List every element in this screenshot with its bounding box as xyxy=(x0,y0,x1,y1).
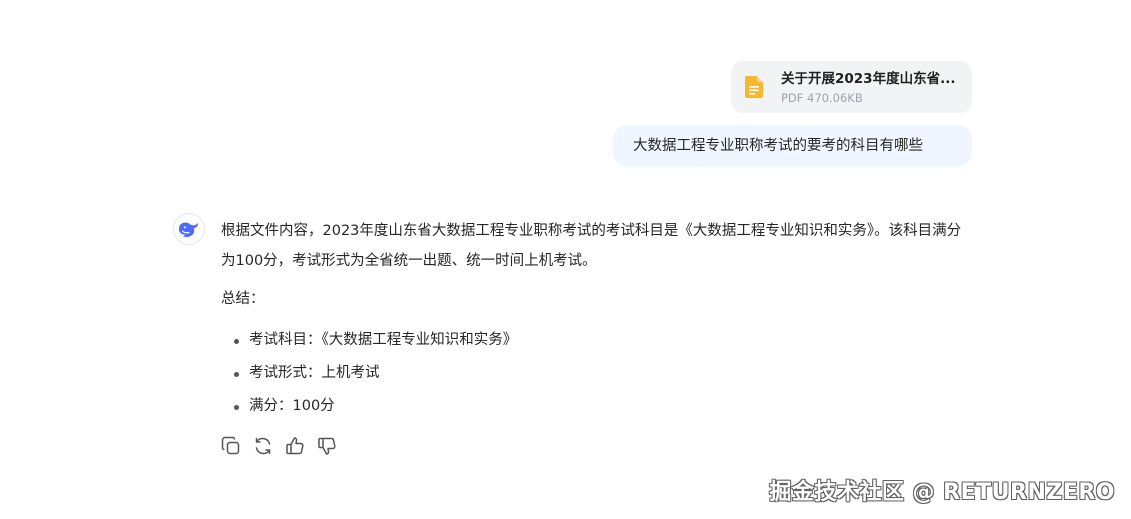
copy-icon[interactable] xyxy=(221,436,241,456)
whale-logo-icon xyxy=(179,222,199,237)
list-item: 满分：100分 xyxy=(221,390,973,423)
regenerate-icon[interactable] xyxy=(253,436,273,456)
attachment-card[interactable]: 关于开展2023年度山东省... PDF 470.06KB xyxy=(731,61,972,113)
document-icon xyxy=(745,76,763,98)
summary-list: 考试科目：《大数据工程专业知识和实务》 考试形式：上机考试 满分：100分 xyxy=(221,324,973,423)
watermark: 掘金技术社区 @ RETURNZERO xyxy=(769,480,1115,505)
user-message-bubble: 大数据工程专业职称考试的要考的科目有哪些 xyxy=(613,125,972,167)
thumbs-down-icon[interactable] xyxy=(317,436,337,456)
attachment-file-name: 关于开展2023年度山东省... xyxy=(781,71,956,87)
attachment-file-meta: PDF 470.06KB xyxy=(781,91,863,105)
thumbs-up-icon[interactable] xyxy=(285,436,305,456)
list-item: 考试科目：《大数据工程专业知识和实务》 xyxy=(221,324,973,357)
answer-paragraph: 根据文件内容，2023年度山东省大数据工程专业职称考试的考试科目是《大数据工程专… xyxy=(221,223,962,269)
assistant-message: 根据文件内容，2023年度山东省大数据工程专业职称考试的考试科目是《大数据工程专… xyxy=(221,216,973,423)
summary-label: 总结： xyxy=(221,291,265,307)
list-item: 考试形式：上机考试 xyxy=(221,357,973,390)
assistant-avatar xyxy=(173,213,205,245)
